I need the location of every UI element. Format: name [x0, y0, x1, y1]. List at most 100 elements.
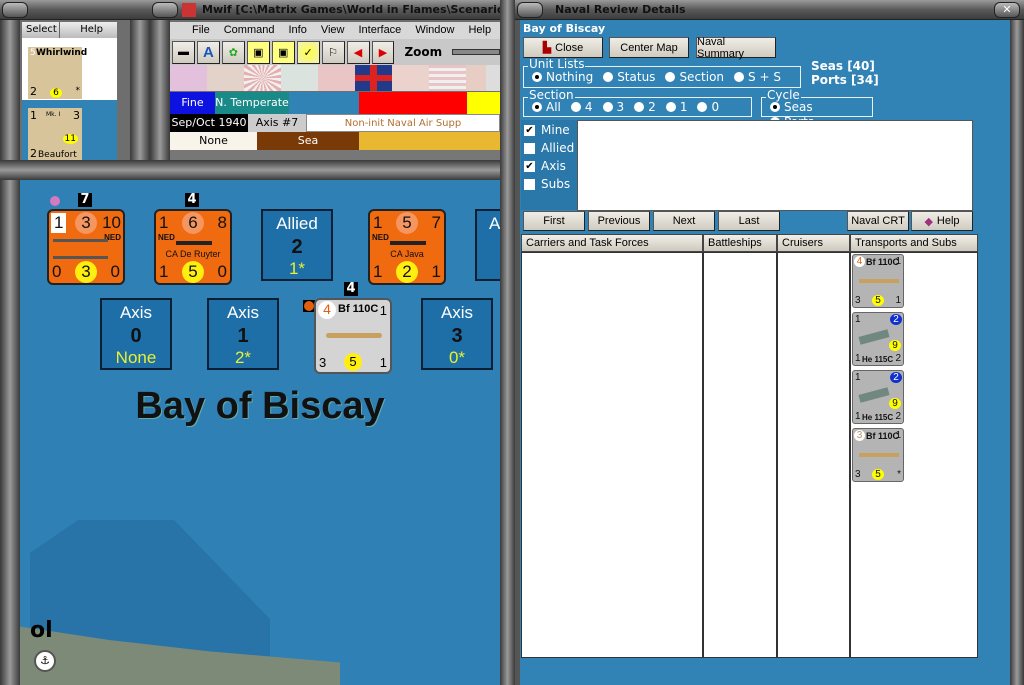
cycle-group: Cycle SeasPorts — [761, 89, 873, 129]
toolbar: ▬ A ✿ ▣ ▣ ✓ ⚐ ◀ ▶ Zoom — [170, 39, 500, 65]
splitter[interactable] — [500, 0, 515, 685]
menu-help[interactable]: Help — [468, 24, 491, 36]
close-button[interactable]: ▙ Close — [523, 37, 603, 58]
naval-crt-button[interactable]: Naval CRT — [847, 211, 909, 231]
checkbox-allied[interactable]: Allied — [521, 139, 577, 157]
china-flag-icon[interactable] — [318, 65, 355, 91]
help-button[interactable]: ◆ Help — [911, 211, 973, 231]
gear-icon[interactable]: ✿ — [221, 40, 245, 64]
menu-view[interactable]: View — [321, 24, 345, 36]
radio-section-1[interactable]: 1 — [665, 100, 687, 114]
axis-box-1[interactable]: Axis 1 2* — [207, 298, 279, 370]
layer2-icon[interactable]: ▣ — [271, 40, 295, 64]
left-menu: Select Help — [22, 22, 117, 38]
red-indicator — [359, 92, 467, 114]
weather: Fine — [170, 92, 215, 114]
status-row: None Sea — [170, 132, 500, 150]
germany-flag-icon[interactable] — [170, 65, 207, 91]
checkbox-axis[interactable]: ✔ Axis — [521, 157, 577, 175]
details-box — [577, 120, 973, 211]
ship-counter-java[interactable]: 1 5 7 NED CA Java 1 2 1 — [368, 209, 446, 285]
radio-s-s[interactable]: S + S — [734, 70, 781, 84]
collapse-icon[interactable] — [2, 2, 28, 18]
checkbox-subs[interactable]: Subs — [521, 175, 577, 193]
menu-command[interactable]: Command — [224, 24, 275, 36]
phase: Non-init Naval Air Supp — [306, 114, 500, 132]
transport-unit-bf110c[interactable]: 3 Bf 110C 1 3 5 * — [852, 428, 904, 482]
radio-section-2[interactable]: 2 — [634, 100, 656, 114]
vichy-flag-icon[interactable] — [281, 65, 318, 91]
transport-unit-he115c[interactable]: 1 2 9 1 He 115C 2 — [852, 370, 904, 424]
radio-cycle-seas[interactable]: Seas — [770, 100, 813, 114]
climate-zone: N. Temperate — [215, 92, 289, 114]
light-icon[interactable]: ✓ — [296, 40, 320, 64]
transport-unit-he115c[interactable]: 1 2 9 1 He 115C 2 — [852, 312, 904, 366]
axis-box-0[interactable]: Axis 0 None — [100, 298, 172, 370]
ship-counter-task-force[interactable]: 1 3 10 NED 0 3 0 — [47, 209, 125, 285]
plane-icon — [326, 333, 382, 338]
previous-button[interactable]: Previous — [588, 211, 650, 231]
horizontal-splitter[interactable] — [0, 160, 515, 180]
carriers-list[interactable] — [521, 252, 703, 658]
naval-summary-button[interactable]: Naval Summary — [696, 36, 776, 60]
radio-section-0[interactable]: 0 — [697, 100, 719, 114]
battleships-list[interactable] — [703, 252, 777, 658]
radio-status[interactable]: Status — [603, 70, 655, 84]
train-icon[interactable]: ▬ — [172, 40, 195, 64]
close-icon[interactable]: ✕ — [994, 2, 1020, 18]
partial-box[interactable]: A — [475, 209, 500, 281]
radio-nothing[interactable]: Nothing — [532, 70, 593, 84]
menu-info[interactable]: Info — [288, 24, 306, 36]
menu-select[interactable]: Select — [22, 22, 61, 38]
collapse-icon[interactable] — [517, 2, 543, 18]
menu-file[interactable]: File — [192, 24, 210, 36]
stack-count: 7 — [78, 193, 92, 207]
map[interactable]: ol ⚓ Bay of Biscay 7 1 3 10 NED 0 3 0 4 … — [20, 180, 500, 685]
menu-window[interactable]: Window — [415, 24, 454, 36]
zoom-slider[interactable] — [452, 49, 500, 55]
unit-counter-beaufort[interactable]: 1 Mk. I 3 11 2 Beaufort — [28, 108, 82, 160]
naval-titlebar[interactable]: Naval Review Details ✕ — [515, 0, 1024, 20]
main-titlebar[interactable]: Mwif [C:\Matrix Games\World in Flames\Sc… — [150, 0, 500, 20]
column-battleships[interactable]: Battleships — [703, 234, 777, 252]
radio-section-3[interactable]: 3 — [602, 100, 624, 114]
radio-section-4[interactable]: 4 — [570, 100, 593, 114]
cruisers-list[interactable] — [777, 252, 850, 658]
ussr-flag-icon[interactable] — [466, 65, 486, 91]
checkbox-mine[interactable]: ✔ Mine — [521, 121, 577, 139]
unit-counter-whirlwind[interactable]: 5 Whirlwind 2 6 * — [28, 47, 87, 99]
uk-flag-icon[interactable] — [355, 65, 392, 91]
arrow-left-icon[interactable]: ◀ — [346, 40, 370, 64]
column-carriers[interactable]: Carriers and Task Forces — [521, 234, 703, 252]
free-france-flag-icon[interactable] — [392, 65, 429, 91]
air-counter-bf110[interactable]: 4 Bf 110C 1 3 5 1 — [314, 298, 392, 374]
radio-section-all[interactable]: All — [532, 100, 561, 114]
menu-interface[interactable]: Interface — [359, 24, 402, 36]
allied-box[interactable]: Allied 2 1* — [261, 209, 333, 281]
japan-flag-icon[interactable] — [244, 65, 281, 91]
left-titlebar[interactable] — [0, 0, 150, 20]
menu-help[interactable]: Help — [74, 22, 103, 38]
center-map-button[interactable]: Center Map — [609, 37, 689, 58]
axis-box-3[interactable]: Axis 3 0* — [421, 298, 493, 370]
transport-unit-bf110c[interactable]: 4 Bf 110C 1 3 5 1 — [852, 254, 904, 308]
column-cruisers[interactable]: Cruisers — [777, 234, 850, 252]
next-button[interactable]: Next — [653, 211, 715, 231]
plane-icon — [858, 387, 890, 403]
last-button[interactable]: Last — [718, 211, 780, 231]
turn-row: Sep/Oct 1940 Axis #7 Non-init Naval Air … — [170, 114, 500, 132]
layer-icon[interactable]: ▣ — [246, 40, 270, 64]
anchor-icon[interactable]: ⚓ — [34, 650, 56, 672]
collapse-icon[interactable] — [152, 2, 178, 18]
first-button[interactable]: First — [523, 211, 585, 231]
ship-counter-de-ruyter[interactable]: 1 6 8 NED CA De Ruyter 1 5 0 — [154, 209, 232, 285]
italy-flag-icon[interactable] — [207, 65, 244, 91]
arrow-right-icon[interactable]: ▶ — [371, 40, 395, 64]
usa-flag-icon[interactable] — [429, 65, 466, 91]
ships-icon — [53, 239, 108, 259]
cruiser-icon — [390, 241, 426, 245]
column-transports[interactable]: Transports and Subs — [850, 234, 978, 252]
font-icon[interactable]: A — [196, 40, 220, 64]
flag-icon[interactable]: ⚐ — [321, 40, 345, 64]
radio-section[interactable]: Section — [665, 70, 724, 84]
